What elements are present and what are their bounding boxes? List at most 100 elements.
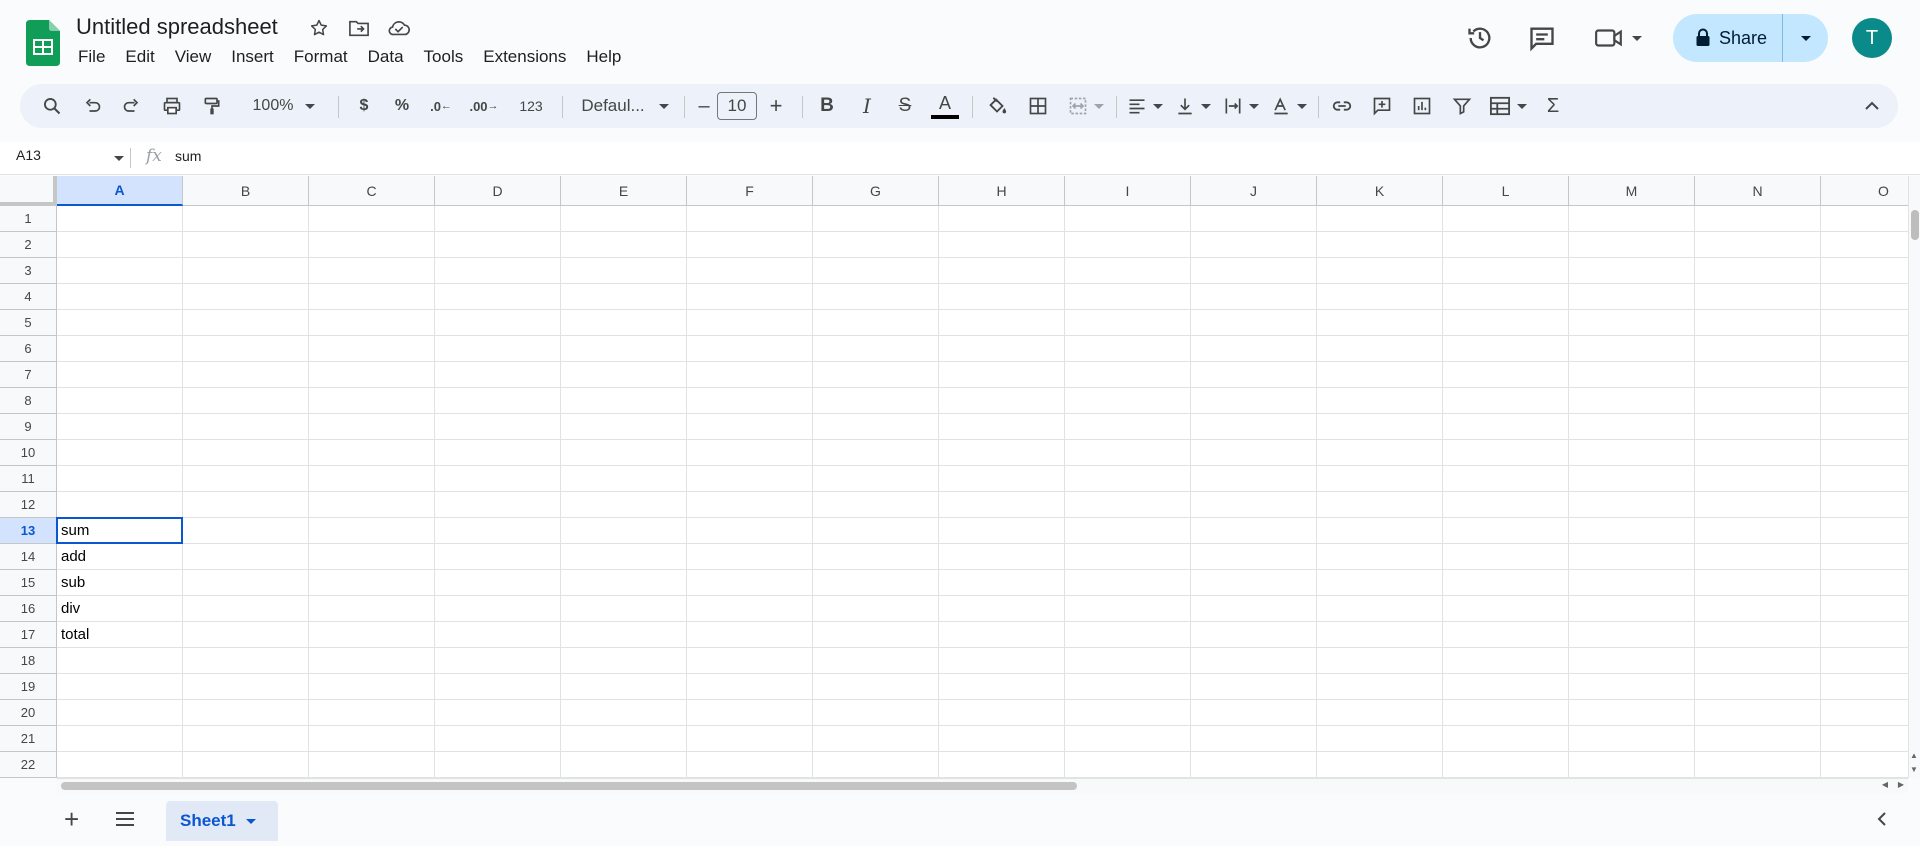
column-header-n[interactable]: N bbox=[1695, 176, 1821, 206]
text-rotation-icon[interactable] bbox=[1266, 84, 1312, 128]
menu-data[interactable]: Data bbox=[358, 46, 414, 68]
menu-format[interactable]: Format bbox=[284, 46, 358, 68]
column-header-j[interactable]: J bbox=[1191, 176, 1317, 206]
column-header-h[interactable]: H bbox=[939, 176, 1065, 206]
select-all-corner[interactable] bbox=[0, 176, 57, 206]
row-header-10[interactable]: 10 bbox=[0, 440, 57, 466]
menu-help[interactable]: Help bbox=[576, 46, 631, 68]
functions-button[interactable]: Σ bbox=[1538, 84, 1568, 128]
chevron-down-icon[interactable] bbox=[245, 818, 256, 824]
strikethrough-button[interactable]: S bbox=[888, 84, 922, 128]
menu-extensions[interactable]: Extensions bbox=[473, 46, 576, 68]
column-header-g[interactable]: G bbox=[813, 176, 939, 206]
column-header-f[interactable]: F bbox=[687, 176, 813, 206]
filter-views-icon[interactable] bbox=[1484, 84, 1532, 128]
row-header-4[interactable]: 4 bbox=[0, 284, 57, 310]
column-header-i[interactable]: I bbox=[1065, 176, 1191, 206]
paint-format-icon[interactable] bbox=[196, 84, 228, 128]
row-header-8[interactable]: 8 bbox=[0, 388, 57, 414]
vertical-scrollbar[interactable]: ▲ ▼ bbox=[1908, 176, 1920, 778]
italic-button[interactable]: I bbox=[850, 84, 884, 128]
text-wrapping-icon[interactable] bbox=[1218, 84, 1264, 128]
comments-icon[interactable] bbox=[1524, 20, 1560, 56]
number-format-button[interactable]: 123 bbox=[510, 84, 552, 128]
row-header-15[interactable]: 15 bbox=[0, 570, 57, 596]
column-header-l[interactable]: L bbox=[1443, 176, 1569, 206]
scroll-left-icon[interactable]: ◀ bbox=[1882, 780, 1888, 789]
redo-icon[interactable] bbox=[116, 84, 148, 128]
column-header-c[interactable]: C bbox=[309, 176, 435, 206]
row-header-6[interactable]: 6 bbox=[0, 336, 57, 362]
share-dropdown[interactable] bbox=[1783, 14, 1828, 62]
row-header-18[interactable]: 18 bbox=[0, 648, 57, 674]
zoom-select[interactable]: 100% bbox=[242, 84, 326, 128]
merge-cells-icon[interactable] bbox=[1062, 84, 1110, 128]
row-header-2[interactable]: 2 bbox=[0, 232, 57, 258]
filter-icon[interactable] bbox=[1444, 84, 1480, 128]
vertical-align-icon[interactable] bbox=[1170, 84, 1216, 128]
row-header-20[interactable]: 20 bbox=[0, 700, 57, 726]
insert-chart-icon[interactable] bbox=[1404, 84, 1440, 128]
collapse-toolbar-icon[interactable] bbox=[1854, 84, 1890, 128]
row-header-1[interactable]: 1 bbox=[0, 206, 57, 232]
column-header-k[interactable]: K bbox=[1317, 176, 1443, 206]
document-title[interactable]: Untitled spreadsheet bbox=[76, 14, 278, 40]
menu-view[interactable]: View bbox=[165, 46, 222, 68]
cloud-saved-icon[interactable] bbox=[387, 16, 411, 40]
text-color-button[interactable]: A bbox=[926, 84, 964, 128]
explore-collapse-icon[interactable] bbox=[1876, 810, 1888, 833]
row-header-11[interactable]: 11 bbox=[0, 466, 57, 492]
all-sheets-icon[interactable] bbox=[114, 810, 136, 833]
row-header-3[interactable]: 3 bbox=[0, 258, 57, 284]
increase-decimal-button[interactable]: .00 → bbox=[464, 84, 504, 128]
column-header-a[interactable]: A bbox=[57, 176, 183, 206]
cell-a17[interactable]: total bbox=[61, 622, 89, 648]
row-header-16[interactable]: 16 bbox=[0, 596, 57, 622]
scroll-up-icon[interactable]: ▲ bbox=[1910, 751, 1918, 760]
row-header-12[interactable]: 12 bbox=[0, 492, 57, 518]
insert-comment-icon[interactable] bbox=[1364, 84, 1400, 128]
formula-input[interactable]: sum bbox=[175, 148, 201, 164]
fill-color-icon[interactable] bbox=[978, 84, 1016, 128]
menu-insert[interactable]: Insert bbox=[221, 46, 284, 68]
search-icon[interactable] bbox=[34, 84, 70, 128]
share-button[interactable]: Share bbox=[1673, 14, 1828, 62]
row-header-14[interactable]: 14 bbox=[0, 544, 57, 570]
name-box-dropdown-icon[interactable] bbox=[114, 156, 124, 161]
column-header-m[interactable]: M bbox=[1569, 176, 1695, 206]
column-header-d[interactable]: D bbox=[435, 176, 561, 206]
currency-format-button[interactable]: $ bbox=[350, 84, 378, 128]
horizontal-scroll-thumb[interactable] bbox=[61, 782, 1077, 790]
star-icon[interactable] bbox=[307, 16, 331, 40]
bold-button[interactable]: B bbox=[810, 84, 844, 128]
borders-icon[interactable] bbox=[1020, 84, 1056, 128]
menu-tools[interactable]: Tools bbox=[414, 46, 474, 68]
column-header-e[interactable]: E bbox=[561, 176, 687, 206]
menu-edit[interactable]: Edit bbox=[115, 46, 164, 68]
decrease-decimal-button[interactable]: .0 ← bbox=[424, 84, 458, 128]
horizontal-align-icon[interactable] bbox=[1122, 84, 1168, 128]
print-icon[interactable] bbox=[156, 84, 188, 128]
spreadsheet-grid[interactable]: A B C D E F G H I J K L M N O 1 2 3 4 5 6 7 8 9 10 11 12 13 14 15 16 17… bbox=[0, 176, 1908, 778]
vertical-scroll-thumb[interactable] bbox=[1911, 210, 1919, 240]
insert-link-icon[interactable] bbox=[1324, 84, 1360, 128]
row-header-13[interactable]: 13 bbox=[0, 518, 57, 544]
add-sheet-button[interactable]: + bbox=[64, 804, 79, 835]
row-header-21[interactable]: 21 bbox=[0, 726, 57, 752]
share-main[interactable]: Share bbox=[1673, 14, 1783, 62]
scroll-down-icon[interactable]: ▼ bbox=[1910, 765, 1918, 774]
row-header-22[interactable]: 22 bbox=[0, 752, 57, 778]
name-box[interactable]: A13 bbox=[16, 147, 41, 163]
row-header-19[interactable]: 19 bbox=[0, 674, 57, 700]
horizontal-scrollbar[interactable]: ◀ ▶ bbox=[57, 778, 1908, 793]
row-header-7[interactable]: 7 bbox=[0, 362, 57, 388]
column-header-b[interactable]: B bbox=[183, 176, 309, 206]
undo-icon[interactable] bbox=[76, 84, 108, 128]
row-header-9[interactable]: 9 bbox=[0, 414, 57, 440]
cell-a15[interactable]: sub bbox=[61, 570, 85, 596]
version-history-icon[interactable] bbox=[1462, 20, 1498, 56]
column-header-o[interactable]: O bbox=[1821, 176, 1908, 206]
cell-a16[interactable]: div bbox=[61, 596, 80, 622]
avatar[interactable]: T bbox=[1852, 18, 1892, 58]
menu-file[interactable]: File bbox=[68, 46, 115, 68]
